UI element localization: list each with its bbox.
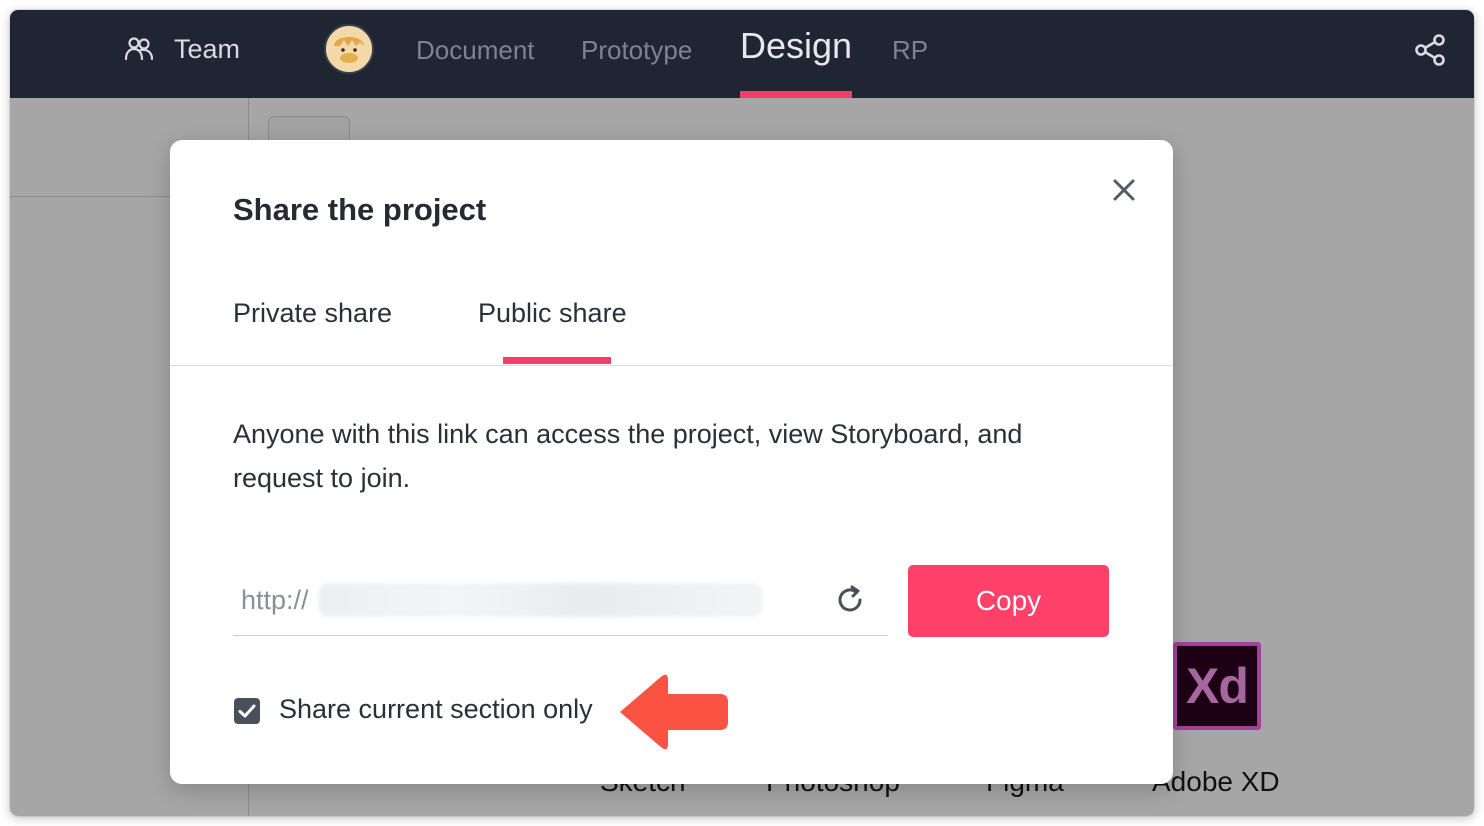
tab-private-share[interactable]: Private share [233,298,392,329]
tab-divider [170,365,1173,366]
share-section-checkbox[interactable] [234,698,260,724]
nav-active-indicator [740,91,852,98]
share-link-field[interactable]: http:// [233,565,888,636]
app-window: Xd Sketch Photoshop Figma Adobe XD Team … [10,10,1474,816]
copy-button[interactable]: Copy [908,565,1109,637]
team-button[interactable]: Team [124,32,240,66]
tab-public-share[interactable]: Public share [478,298,627,329]
share-icon[interactable] [1412,32,1448,68]
nav-tab-prototype[interactable]: Prototype [581,30,692,70]
link-prefix: http:// [241,585,309,615]
team-label: Team [174,33,241,64]
modal-title: Share the project [233,192,487,227]
tab-active-indicator [503,357,611,364]
top-nav: Team Document Prototype Design RP [10,10,1474,98]
arrow-left-icon [620,674,728,750]
share-description: Anyone with this link can access the pro… [233,419,1023,493]
close-icon[interactable] [1106,172,1142,208]
nav-tab-design[interactable]: Design [740,24,852,66]
nav-tab-document[interactable]: Document [416,30,535,70]
share-section-label[interactable]: Share current section only [279,694,593,725]
nav-tab-rp[interactable]: RP [892,30,928,70]
team-icon [124,37,154,61]
avatar-image [326,26,372,72]
share-project-modal: Share the project Private share Public s… [170,140,1173,784]
check-icon [238,704,256,718]
refresh-icon[interactable] [833,583,867,617]
avatar[interactable] [324,24,374,74]
redacted-link [319,583,763,617]
